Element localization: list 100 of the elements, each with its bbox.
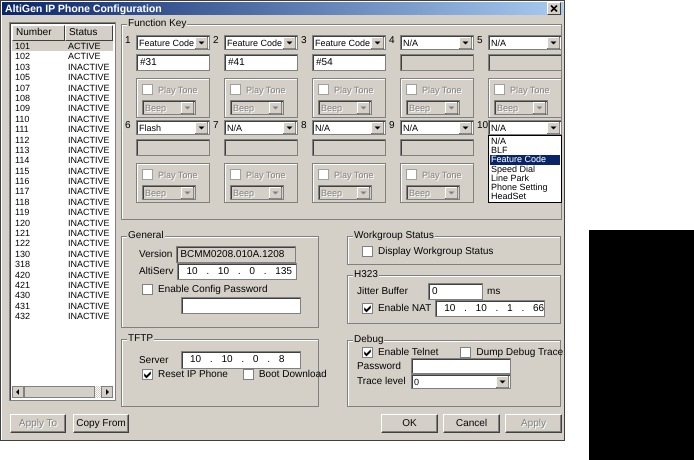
group-title: Workgroup Status	[354, 230, 434, 241]
list-row[interactable]: 109 INACTIVE	[12, 103, 113, 114]
caret-icon[interactable]	[459, 122, 472, 134]
group-title: H323	[354, 269, 378, 280]
table-cell-text: 105	[14, 72, 32, 83]
dropdown-option[interactable]: Phone Setting	[490, 182, 560, 192]
list-row[interactable]: 421 INACTIVE	[12, 280, 113, 290]
field-label: Version	[139, 249, 172, 260]
input-field[interactable]	[411, 358, 511, 374]
dropdown[interactable]: N/A	[400, 35, 474, 50]
list-row[interactable]: 120 INACTIVE	[12, 218, 113, 228]
caret-icon[interactable]	[459, 36, 472, 48]
list-row[interactable]: 318 INACTIVE	[12, 259, 113, 270]
list-row[interactable]: 111 INACTIVE	[12, 124, 113, 135]
dropdown-option[interactable]: BLF	[490, 146, 560, 156]
list-row[interactable]: 108 INACTIVE	[12, 92, 113, 104]
list-row[interactable]: 105 INACTIVE	[12, 72, 113, 83]
list-row[interactable]: 102 ACTIVE	[12, 51, 113, 62]
dropdown[interactable]: N/A	[488, 35, 562, 50]
input-field[interactable]	[400, 139, 474, 156]
caret-icon[interactable]	[283, 36, 296, 48]
dropdown[interactable]: Flash	[136, 120, 210, 135]
dropdown-option[interactable]: Speed Dial	[490, 164, 560, 174]
dropdown[interactable]: N/A	[488, 120, 562, 135]
input-field[interactable]: BCMM0208.010A.1208	[176, 246, 296, 263]
checkbox[interactable]	[460, 347, 472, 358]
key-number: 1	[125, 35, 132, 48]
dialog-button[interactable]: Copy From	[73, 414, 129, 433]
list-row[interactable]: 117 INACTIVE	[12, 186, 113, 197]
dialog-button[interactable]: Cancel	[443, 414, 500, 433]
table-cell-text: 119	[14, 207, 30, 218]
table-cell-text: INACTIVE	[67, 144, 111, 156]
table-cell-text: INACTIVE	[67, 280, 111, 290]
list-row[interactable]: 107 INACTIVE	[12, 82, 113, 93]
list-row[interactable]: 430 INACTIVE	[12, 290, 113, 301]
list-row[interactable]: 130 INACTIVE	[12, 248, 113, 260]
dropdown[interactable]: N/A	[224, 120, 298, 135]
dropdown[interactable]: Feature Code	[224, 35, 298, 50]
caret-icon[interactable]	[547, 36, 560, 48]
checkbox[interactable]	[362, 347, 373, 358]
list-row[interactable]: 110 INACTIVE	[12, 114, 113, 124]
caret-icon[interactable]	[283, 122, 296, 134]
list-row[interactable]: 118 INACTIVE	[12, 196, 113, 208]
caret-icon[interactable]	[496, 376, 509, 388]
dropdown[interactable]: N/A	[400, 120, 474, 135]
checkbox[interactable]	[242, 369, 254, 380]
input-field[interactable]	[400, 54, 474, 71]
list-row[interactable]: 420 INACTIVE	[12, 270, 113, 280]
dropdown[interactable]: N/A	[312, 120, 386, 135]
list-row[interactable]: 121 INACTIVE	[12, 228, 113, 238]
input-field[interactable]: 10 . 10 . 0 . 8	[181, 351, 301, 369]
column-header[interactable]: Status	[65, 25, 113, 41]
caret-icon[interactable]	[371, 36, 384, 48]
dropdown[interactable]: Feature Code	[312, 35, 386, 50]
field-label: Server	[139, 354, 170, 366]
table-cell-text: INACTIVE	[67, 228, 111, 238]
close-icon[interactable]	[547, 2, 561, 15]
caret-icon[interactable]	[195, 36, 208, 48]
list-row[interactable]: 113 INACTIVE	[12, 144, 113, 156]
dropdown-option[interactable]: N/A	[490, 137, 560, 146]
input-field[interactable]: 0	[428, 283, 483, 300]
dropdown[interactable]: 0	[411, 374, 511, 389]
checkbox[interactable]	[362, 303, 373, 314]
checkbox[interactable]	[142, 284, 153, 295]
input-field[interactable]: #41	[224, 54, 298, 71]
table-cell-text: 107	[14, 82, 32, 93]
input-field[interactable]: 10 . 10 . 1 . 66	[435, 300, 546, 317]
list-row[interactable]: 112 INACTIVE	[12, 134, 113, 145]
column-header[interactable]: Number	[12, 25, 65, 41]
list-row[interactable]: 119 INACTIVE	[12, 207, 113, 218]
dropdown-option[interactable]: Feature Code	[490, 155, 560, 165]
list-row[interactable]: 122 INACTIVE	[12, 238, 113, 249]
scrollbar[interactable]	[12, 386, 113, 398]
dialog-button[interactable]: OK	[381, 414, 438, 433]
caret-icon[interactable]	[547, 122, 560, 134]
list-row[interactable]: 431 INACTIVE	[12, 300, 113, 312]
list-row[interactable]: 116 INACTIVE	[12, 176, 113, 186]
input-field[interactable]: #31	[136, 54, 210, 71]
input-field[interactable]: #54	[312, 54, 386, 71]
input-field[interactable]: 10 . 10 . 0 . 135	[177, 263, 298, 280]
checkbox[interactable]	[362, 246, 373, 257]
checkbox[interactable]	[142, 369, 153, 380]
dropdown[interactable]: Feature Code	[136, 35, 210, 50]
input-field[interactable]	[136, 139, 210, 156]
field-label: Password	[357, 360, 402, 372]
input-field[interactable]	[224, 139, 298, 156]
caret-icon[interactable]	[371, 122, 384, 134]
dropdown-option[interactable]: Line Park	[490, 174, 560, 183]
key-number: 10	[477, 120, 488, 133]
list-row[interactable]: 101 ACTIVE	[12, 41, 113, 52]
list-row[interactable]: 115 INACTIVE	[12, 166, 113, 176]
input-field[interactable]	[488, 54, 562, 71]
caret-icon[interactable]	[195, 122, 208, 134]
list-row[interactable]: 114 INACTIVE	[12, 155, 113, 166]
input-field[interactable]	[312, 139, 386, 156]
list-row[interactable]: 103 INACTIVE	[12, 62, 113, 72]
dropdown-option[interactable]: HeadSet	[490, 192, 560, 202]
checkbox-label: Enable Config Password	[158, 284, 268, 295]
input-field[interactable]	[181, 297, 301, 314]
list-row[interactable]: 432 INACTIVE	[12, 311, 113, 322]
